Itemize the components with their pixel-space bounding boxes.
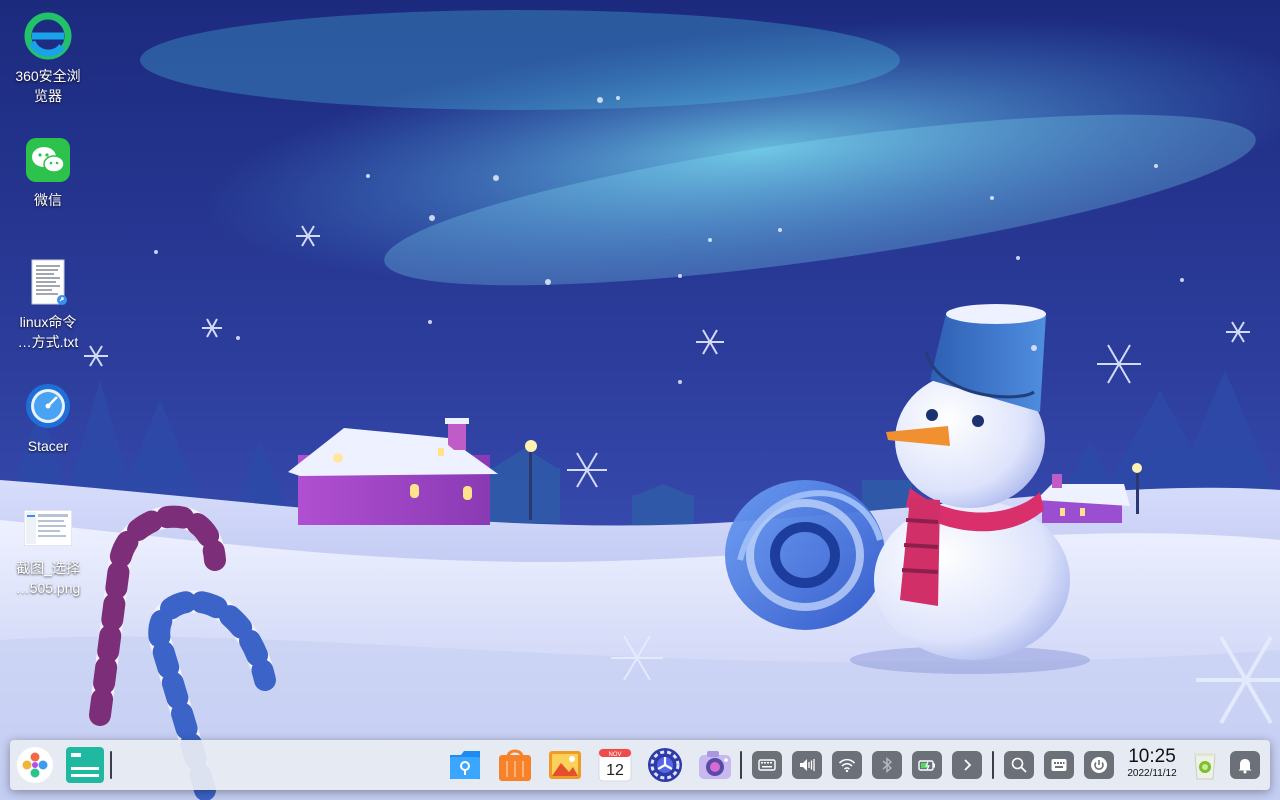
bluetooth-icon — [882, 756, 893, 774]
file-manager-button[interactable] — [444, 740, 486, 790]
search-icon — [1011, 757, 1027, 773]
desktop-icon-stacer[interactable]: Stacer — [0, 382, 96, 456]
wallpaper — [0, 0, 1280, 800]
app-store-button[interactable] — [494, 740, 536, 790]
desktop-icon-label: 360安全浏 览器 — [15, 66, 80, 106]
label-line: 览器 — [33, 88, 62, 104]
stacer-icon — [24, 382, 72, 430]
trash-icon — [1194, 753, 1216, 780]
label-line: linux命令 — [19, 314, 77, 330]
keyboard-button[interactable] — [752, 751, 782, 779]
trash-button[interactable] — [1188, 740, 1222, 790]
notification-center-button[interactable] — [1230, 751, 1260, 779]
file-manager-icon — [450, 751, 480, 779]
desktop-icon-label: 微信 — [34, 190, 62, 210]
desktop-icon-label: Stacer — [28, 436, 68, 456]
desktop-icon-label: 截图_选择 …505.png — [16, 558, 81, 598]
image-viewer-button[interactable] — [544, 740, 586, 790]
multitask-view-icon — [66, 747, 104, 783]
camera-button[interactable] — [694, 740, 736, 790]
taskbar-separator — [110, 751, 112, 779]
taskbar-separator — [740, 751, 742, 779]
tray-expand-button[interactable] — [952, 751, 982, 779]
app-store-icon — [499, 749, 531, 781]
clock[interactable]: 10:25 2022/11/12 — [1122, 746, 1182, 780]
multitask-view-button[interactable] — [64, 740, 106, 790]
image-viewer-icon — [549, 751, 581, 779]
label-line: Stacer — [27, 438, 69, 454]
power-icon — [1091, 757, 1107, 773]
settings-icon — [648, 748, 682, 782]
desktop-icon-screenshot-png[interactable]: 截图_选择 …505.png — [0, 504, 96, 598]
desktop-icon-360-browser[interactable]: 360安全浏 览器 — [0, 12, 96, 106]
settings-button[interactable] — [644, 740, 686, 790]
360-browser-icon — [24, 12, 72, 60]
camera-icon — [699, 751, 731, 779]
clock-time: 10:25 — [1128, 746, 1176, 767]
image-file-icon — [24, 504, 72, 552]
taskbar: NOV 12 10:25 2022/11/12 — [10, 740, 1270, 790]
start-menu-icon — [17, 747, 53, 783]
start-menu-button[interactable] — [14, 740, 56, 790]
search-button[interactable] — [1004, 751, 1034, 779]
desktop-icon-wechat[interactable]: 微信 — [0, 136, 96, 210]
onscreen-keyboard-button[interactable] — [1044, 751, 1074, 779]
label-line: 360安全浏 — [15, 68, 81, 84]
volume-button[interactable] — [792, 751, 822, 779]
keyboard-icon — [758, 759, 776, 771]
taskbar-separator — [992, 751, 994, 779]
chevron-right-icon — [964, 759, 972, 771]
calendar-day: 12 — [606, 762, 624, 779]
desktop-icon-linux-txt[interactable]: linux命令 …方式.txt — [0, 258, 96, 352]
onscreen-keyboard-icon — [1051, 759, 1067, 771]
label-line: …方式.txt — [17, 334, 79, 350]
power-button[interactable] — [1084, 751, 1114, 779]
label-line: 微信 — [34, 192, 62, 208]
clock-date: 2022/11/12 — [1127, 768, 1177, 779]
battery-button[interactable] — [912, 751, 942, 779]
calendar-button[interactable]: NOV 12 — [594, 740, 636, 790]
battery-icon — [918, 760, 935, 771]
wifi-button[interactable] — [832, 751, 862, 779]
calendar-icon: NOV 12 — [598, 748, 632, 782]
desktop-icon-label: linux命令 …方式.txt — [18, 312, 79, 352]
wifi-icon — [838, 758, 856, 773]
bluetooth-button[interactable] — [872, 751, 902, 779]
volume-icon — [800, 759, 815, 771]
wechat-icon — [24, 136, 72, 184]
label-line: 截图_选择 — [16, 560, 80, 576]
calendar-month: NOV — [608, 752, 621, 758]
text-file-icon — [24, 258, 72, 306]
label-line: …505.png — [15, 580, 81, 596]
bell-icon — [1238, 759, 1252, 774]
